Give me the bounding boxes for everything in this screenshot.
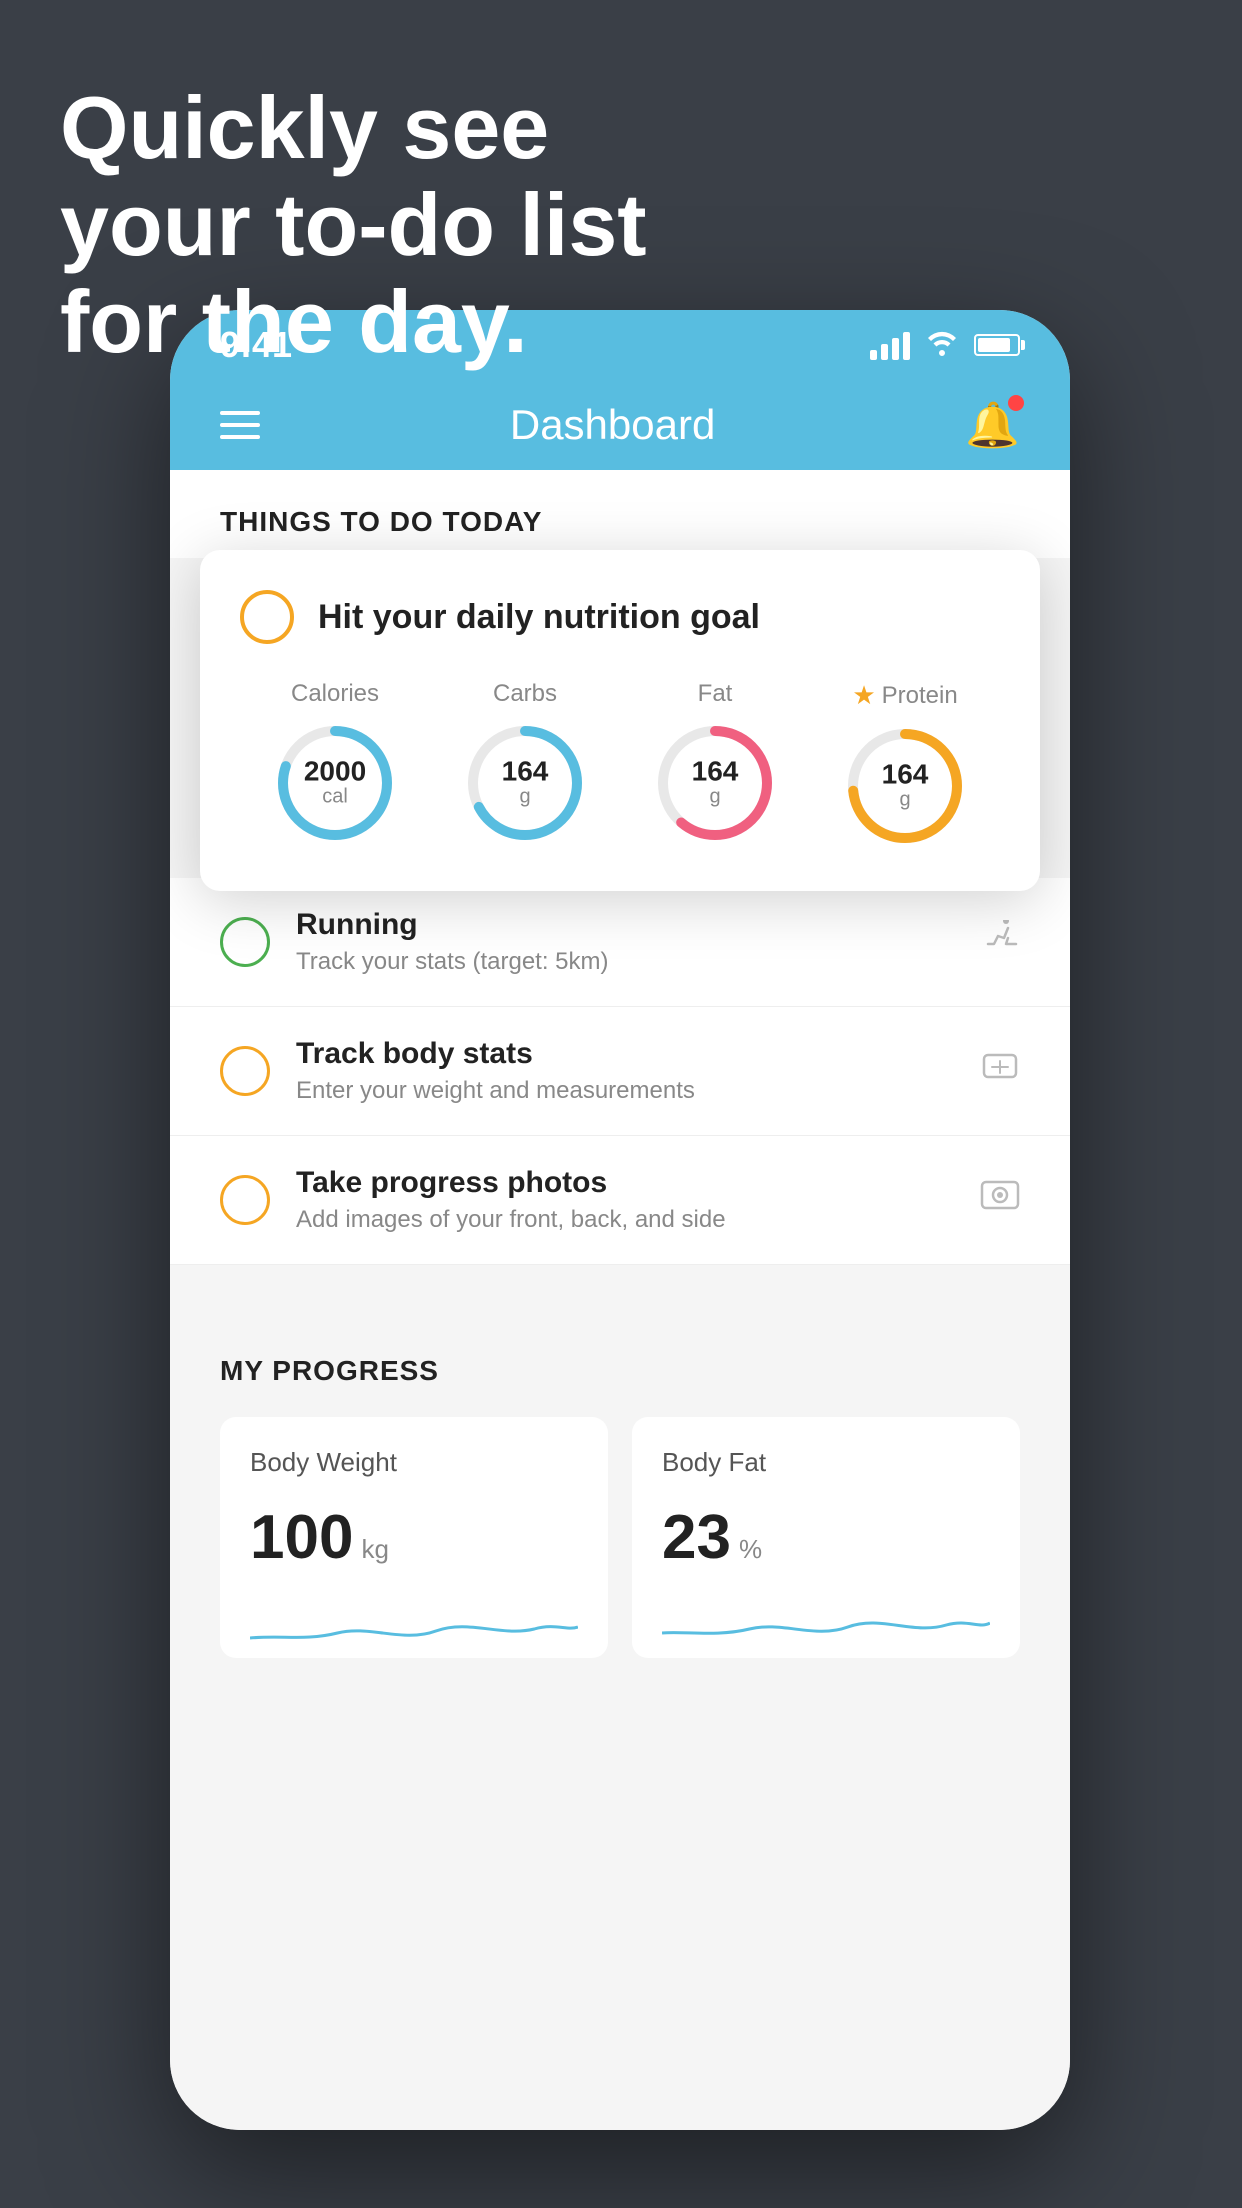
card-title: Hit your daily nutrition goal [318, 598, 760, 637]
nav-title: Dashboard [510, 401, 715, 449]
todo-item-running[interactable]: Running Track your stats (target: 5km) [170, 878, 1070, 1007]
carbs-value: 164 [502, 758, 549, 786]
todo-list: Running Track your stats (target: 5km) T… [170, 878, 1070, 1265]
nutrition-protein: ★ Protein 164 g [840, 680, 970, 851]
menu-button[interactable] [220, 411, 260, 439]
progress-section: MY PROGRESS Body Weight 100 kg Body Fat [170, 1305, 1070, 1698]
todo-bodystats-circle [220, 1046, 270, 1096]
body-weight-chart [250, 1593, 578, 1653]
app-content: THINGS TO DO TODAY Hit your daily nutrit… [170, 470, 1070, 2130]
calories-value: 2000 [304, 758, 366, 786]
photo-icon [980, 1178, 1020, 1222]
nutrition-fat: Fat 164 g [650, 680, 780, 848]
protein-value: 164 [882, 761, 929, 789]
todo-running-text: Running Track your stats (target: 5km) [296, 908, 954, 976]
todo-running-circle [220, 917, 270, 967]
body-weight-value: 100 [250, 1502, 353, 1573]
carbs-unit: g [502, 786, 549, 809]
body-weight-card[interactable]: Body Weight 100 kg [220, 1417, 608, 1658]
nutrition-calories: Calories 2000 cal [270, 680, 400, 848]
todo-photos-text: Take progress photos Add images of your … [296, 1166, 954, 1234]
running-icon [980, 920, 1020, 964]
todo-item-body-stats[interactable]: Track body stats Enter your weight and m… [170, 1007, 1070, 1136]
things-to-do-title: THINGS TO DO TODAY [220, 506, 542, 537]
fat-value: 164 [692, 758, 739, 786]
todo-photos-desc: Add images of your front, back, and side [296, 1206, 954, 1234]
todo-running-name: Running [296, 908, 954, 942]
notifications-button[interactable]: 🔔 [965, 399, 1020, 451]
carbs-label: Carbs [493, 680, 557, 708]
progress-title: MY PROGRESS [220, 1355, 1020, 1387]
todo-bodystats-desc: Enter your weight and measurements [296, 1077, 954, 1105]
star-icon: ★ [852, 680, 875, 711]
body-fat-value: 23 [662, 1502, 731, 1573]
todo-item-photos[interactable]: Take progress photos Add images of your … [170, 1136, 1070, 1265]
battery-icon [974, 334, 1020, 356]
fat-unit: g [692, 786, 739, 809]
todo-bodystats-text: Track body stats Enter your weight and m… [296, 1037, 954, 1105]
phone-mockup: 9:41 Dashboard 🔔 [170, 310, 1070, 2130]
card-check-circle[interactable] [240, 590, 294, 644]
body-fat-title: Body Fat [662, 1447, 990, 1478]
protein-ring: 164 g [840, 721, 970, 851]
protein-unit: g [882, 789, 929, 812]
todo-running-desc: Track your stats (target: 5km) [296, 948, 954, 976]
status-icons [870, 328, 1020, 363]
todo-photos-circle [220, 1175, 270, 1225]
body-fat-chart [662, 1593, 990, 1653]
scale-icon [980, 1049, 1020, 1093]
fat-ring: 164 g [650, 718, 780, 848]
signal-icon [870, 330, 910, 360]
things-to-do-header: THINGS TO DO TODAY [170, 470, 1070, 558]
body-fat-card[interactable]: Body Fat 23 % [632, 1417, 1020, 1658]
calories-unit: cal [304, 786, 366, 809]
protein-label: Protein [882, 682, 958, 710]
todo-photos-name: Take progress photos [296, 1166, 954, 1200]
body-weight-title: Body Weight [250, 1447, 578, 1478]
progress-cards: Body Weight 100 kg Body Fat 23 % [220, 1417, 1020, 1658]
body-fat-unit: % [739, 1534, 762, 1565]
hero-title: Quickly see your to-do list for the day. [60, 80, 647, 370]
calories-ring: 2000 cal [270, 718, 400, 848]
body-weight-unit: kg [361, 1534, 388, 1565]
calories-label: Calories [291, 680, 379, 708]
notification-badge [1008, 395, 1024, 411]
fat-label: Fat [698, 680, 733, 708]
todo-bodystats-name: Track body stats [296, 1037, 954, 1071]
wifi-icon [924, 328, 960, 363]
nutrition-carbs: Carbs 164 g [460, 680, 590, 848]
nav-bar: Dashboard 🔔 [170, 380, 1070, 470]
nutrition-items: Calories 2000 cal Carbs [240, 680, 1000, 851]
nutrition-card: Hit your daily nutrition goal Calories 2… [200, 550, 1040, 891]
carbs-ring: 164 g [460, 718, 590, 848]
